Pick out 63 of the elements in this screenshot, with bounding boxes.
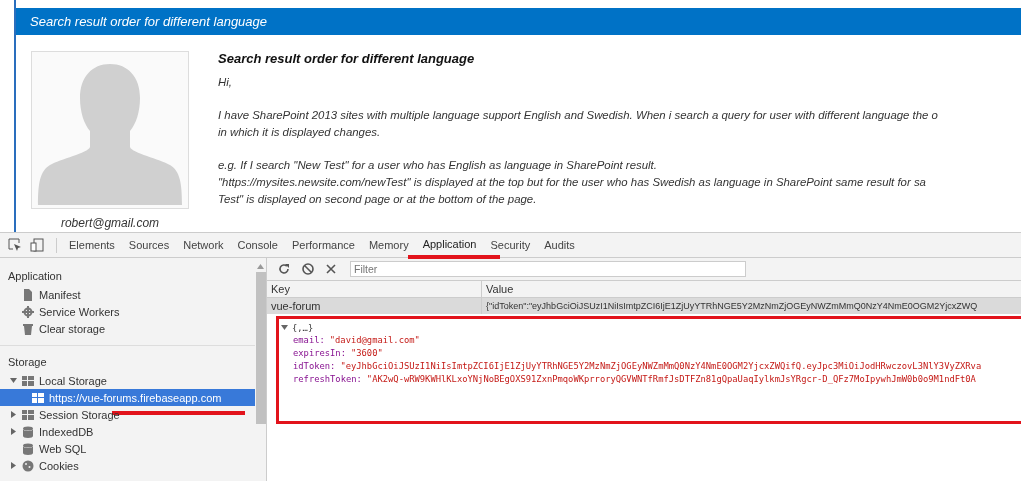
- collapsed-triangle-icon[interactable]: [10, 411, 17, 418]
- sidebar-item[interactable]: Cookies: [0, 457, 255, 474]
- devtools-tab[interactable]: Security: [483, 233, 538, 257]
- devtools-tab[interactable]: Audits: [537, 233, 582, 257]
- trash-icon: [22, 322, 34, 335]
- collapsed-triangle-icon[interactable]: [10, 428, 17, 435]
- value-cell-text: {"idToken":"eyJhbGciOiJSUzI1NiIsImtpZCI6IjE1ZjUyYTRhNGE5Y2MzNmZjOGEyNWZmMmQ0NzY4NmE0OGM2YjcxZWQ: [485, 300, 979, 313]
- post-text-line: "https://mysites.newsite.com/newTest" is displayed at the top but for the user who has Swedish as language in SharePoint same result for sa: [218, 175, 927, 190]
- file-icon: [22, 288, 34, 301]
- sidebar-item[interactable]: Local Storage: [0, 372, 255, 389]
- post-header-bar: Search result order for different language: [16, 8, 1021, 35]
- post-title: Search result order for different language: [218, 51, 476, 66]
- post-text-line: Test" is displayed on second page or at the bottom of the page.: [218, 192, 538, 207]
- post-text-line: e.g. If I search "New Test" for a user who has English as language in SharePoint result.: [218, 158, 658, 173]
- post-text-line: Hi,: [218, 75, 233, 90]
- sidebar-item[interactable]: Service Workers: [0, 303, 255, 320]
- devtools-tab[interactable]: Performance: [284, 233, 362, 257]
- property-value: "eyJhbGciOiJSUzI1NiIsImtpZCI6IjE1ZjUyYTRhNGE5Y2MzNmZjOGEyNWZmMmQ0NzY4NmE0OGM2YjcxZWQifQ.eyJpc3MiOiJodHRwczovL3NlY3VyZXRva: [340, 361, 982, 371]
- property-key: expiresIn:: [293, 348, 346, 358]
- scrollbar-thumb[interactable]: [255, 272, 266, 424]
- grid-icon: [22, 374, 34, 387]
- author-email: robert@gmail.com: [60, 217, 160, 230]
- sidebar-item[interactable]: IndexedDB: [0, 423, 255, 440]
- expanded-triangle-icon[interactable]: [281, 324, 288, 331]
- column-header[interactable]: Key: [267, 281, 482, 297]
- devtools-tab[interactable]: Memory: [361, 233, 416, 257]
- collapsed-triangle-icon[interactable]: [10, 462, 17, 469]
- grid-icon: [32, 391, 44, 404]
- property-value: "3600": [350, 348, 383, 358]
- device-icon[interactable]: [30, 238, 44, 252]
- refresh-icon[interactable]: [278, 263, 290, 275]
- expanded-triangle-icon[interactable]: [10, 377, 17, 384]
- devtools-tab[interactable]: Console: [230, 233, 285, 257]
- property-key: refreshToken:: [293, 374, 362, 384]
- database-icon: [22, 425, 34, 438]
- property-key: email:: [293, 335, 325, 345]
- sidebar-item[interactable]: Session Storage: [0, 406, 255, 423]
- column-header[interactable]: Value: [482, 281, 1021, 297]
- sidebar-item[interactable]: Web SQL: [0, 440, 255, 457]
- key-cell: vue-forum: [267, 298, 482, 314]
- property-value: "david@gmail.com": [329, 335, 420, 345]
- sidebar-item[interactable]: Manifest: [0, 286, 255, 303]
- cookie-icon: [22, 459, 34, 472]
- sidebar-item[interactable]: Clear storage: [0, 320, 255, 337]
- object-summary: {,…}: [292, 322, 314, 333]
- post-text-line: in which it is displayed changes.: [218, 125, 382, 140]
- close-icon[interactable]: [326, 264, 336, 274]
- property-value: "AK2wQ-wRW9KWHlKLxoYNjNoBEgOXS91ZxnPmqoWKprroryQGVWNTfRmfJsDTFZn81gQpaUaqIylkmJsYRgcr-D_QFz7MoIpywhJmW0b0o9M1ndFt0A: [366, 374, 976, 384]
- sidebar-section-title: Application: [7, 269, 63, 284]
- table-row[interactable]: vue-forum {"idToken":"eyJhbGciOiJSUzI1NiIsImtpZCI6IjE1ZjUyYTRhNGE5Y2MzNmZjOGEyNWZmMmQ0NzY4NmE0OGM2YjcxZWQ: [267, 298, 1021, 314]
- sidebar-section-title: Storage: [7, 355, 48, 370]
- grid-icon: [22, 408, 34, 421]
- devtools-tab[interactable]: Elements: [62, 233, 122, 257]
- property-key: idToken:: [293, 361, 336, 371]
- block-icon[interactable]: [302, 263, 314, 275]
- database-icon: [22, 442, 34, 455]
- devtools-tab[interactable]: Sources: [121, 233, 177, 257]
- inspect-icon[interactable]: [8, 238, 22, 252]
- filter-field[interactable]: Filter: [350, 261, 746, 277]
- scroll-up-arrow-icon[interactable]: [257, 264, 264, 269]
- devtools-tab[interactable]: Network: [176, 233, 231, 257]
- post-text-line: I have SharePoint 2013 sites with multiple language support English and Swedish. When i search a query for user with different language the o: [218, 108, 939, 123]
- gear-icon: [22, 305, 34, 318]
